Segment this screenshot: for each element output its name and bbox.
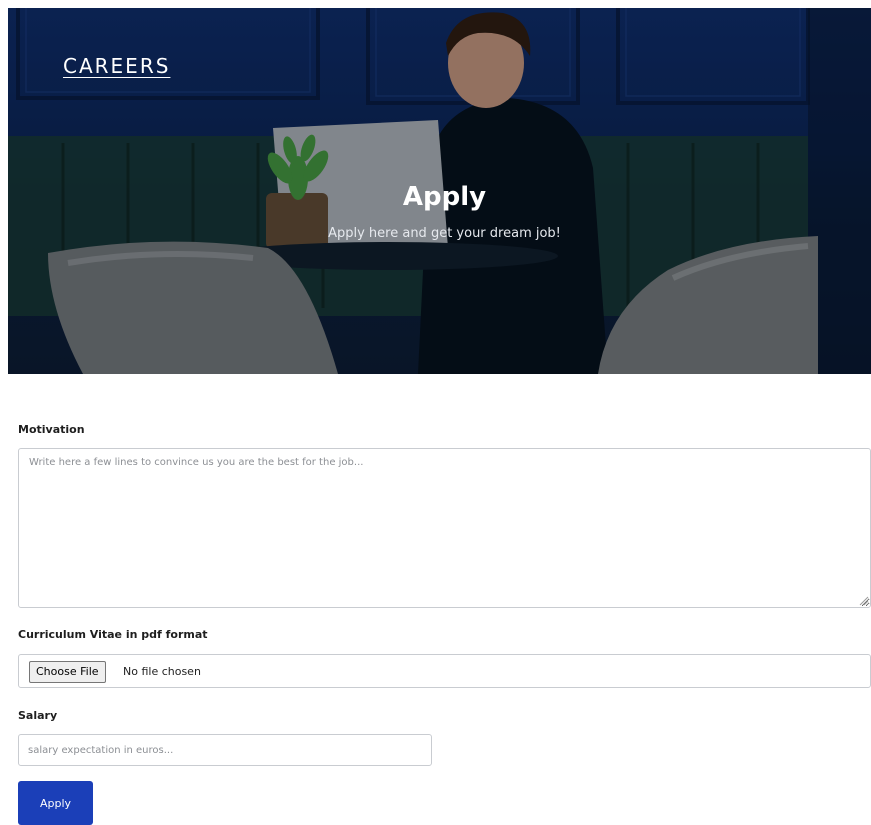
brand-logo-link[interactable]: CAREERS: [63, 54, 170, 78]
cv-file-input[interactable]: Choose File No file chosen: [18, 654, 871, 688]
hero-banner: CAREERS Apply Apply here and get your dr…: [8, 8, 871, 374]
salary-input[interactable]: [18, 734, 432, 766]
choose-file-button[interactable]: Choose File: [29, 661, 106, 683]
page-subtitle: Apply here and get your dream job!: [328, 226, 561, 241]
motivation-label: Motivation: [18, 423, 85, 436]
motivation-textarea[interactable]: [18, 448, 871, 608]
salary-label: Salary: [18, 709, 58, 722]
apply-submit-button[interactable]: Apply: [18, 781, 93, 825]
cv-label: Curriculum Vitae in pdf format: [18, 628, 208, 641]
file-status-text: No file chosen: [123, 665, 201, 678]
page-title: Apply: [402, 182, 487, 212]
